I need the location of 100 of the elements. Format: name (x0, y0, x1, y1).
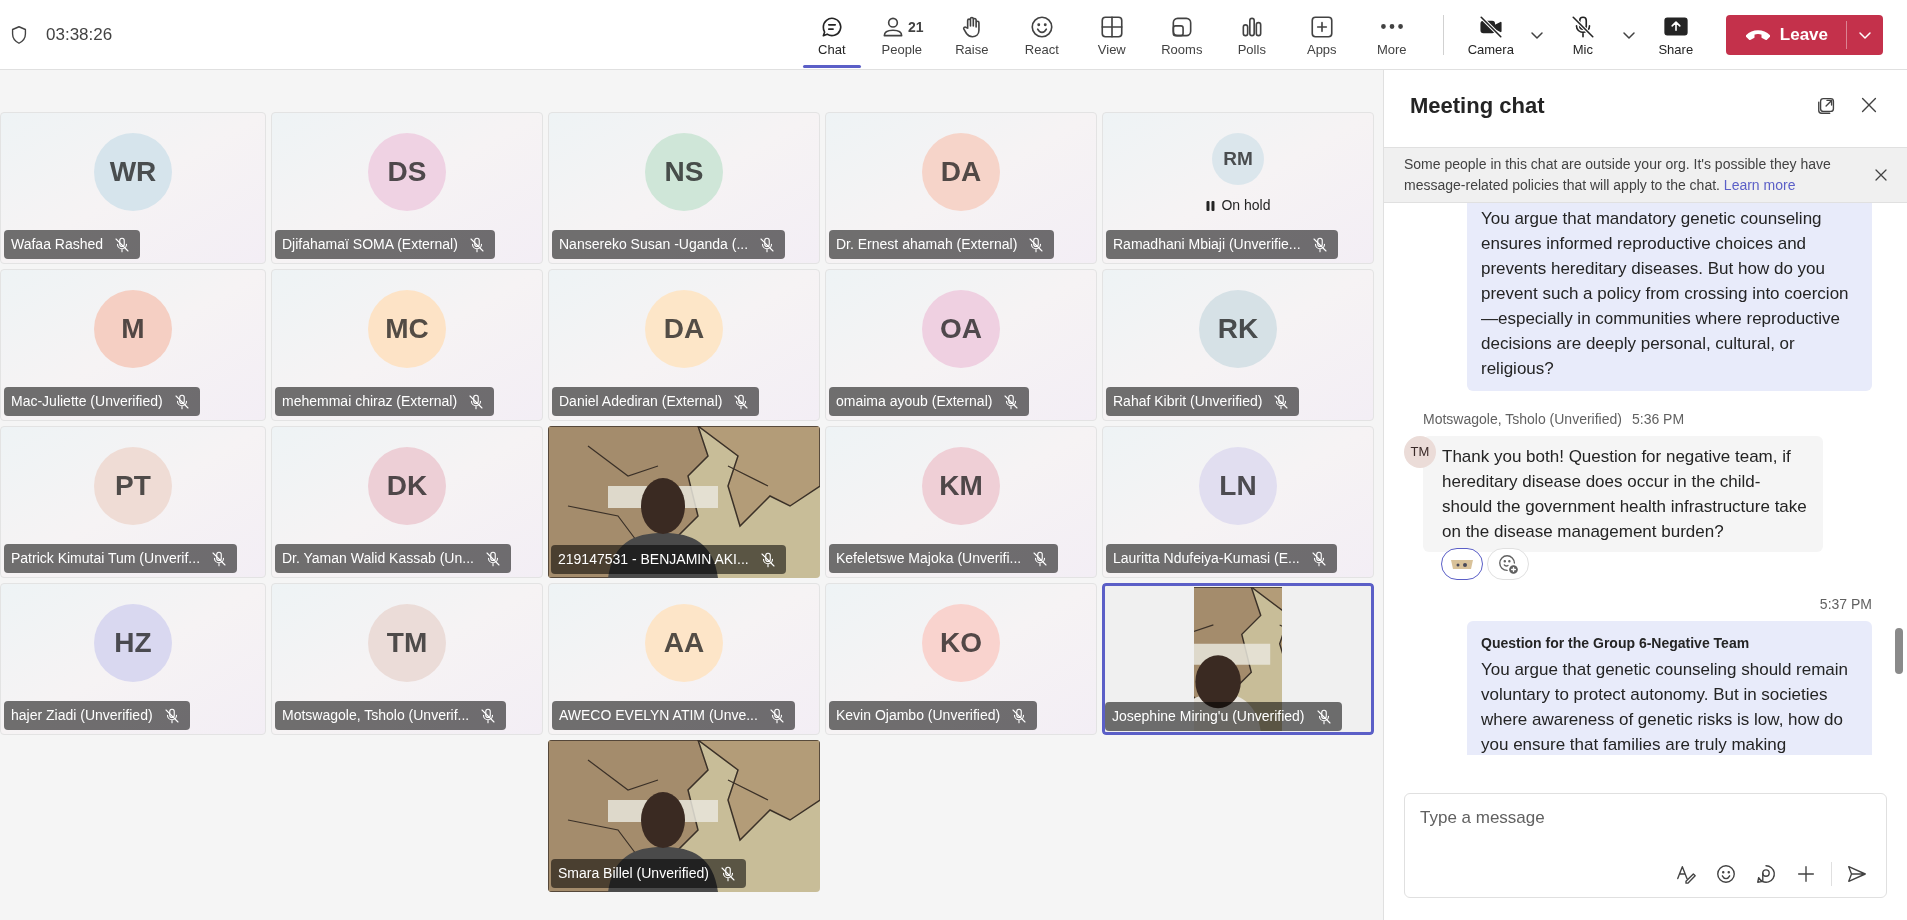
message-text: You argue that mandatory genetic counseling ensures informed reproductive choices and prevents hereditary diseases. But how do you prevent such a policy from crossing into coercion—especially in communities where reproductive decisions are deeply personal, cultural, or religious? (1481, 208, 1850, 380)
toolbar-button[interactable]: Polls (1216, 0, 1287, 70)
message-text: Thank you both! Question for negative team, if hereditary disease does occur in the child-should the government health infrastructure take on the disease management burden? (1442, 446, 1808, 543)
video-tile[interactable]: LN Lauritta Ndufeiya-Kumasi (E... (1102, 426, 1374, 578)
video-tile[interactable]: KM Kefeletswe Majoka (Unverifi... (825, 426, 1097, 578)
avatar: KO (922, 604, 1000, 682)
camera-off-icon (1477, 13, 1504, 40)
toolbar-button[interactable]: Apps (1286, 0, 1357, 70)
emoji-add-icon (1497, 553, 1519, 575)
message-text: You argue that genetic counseling should remain voluntary to protect autonomy. But in societies where awareness of genetic risks is low, how do you ensure that families are truly making (1481, 659, 1850, 755)
selected-indicator (802, 64, 861, 68)
grid-icon (1098, 13, 1125, 40)
video-tile[interactable]: RK Rahaf Kibrit (Unverified) (1102, 269, 1374, 421)
participant-name-tag: Rahaf Kibrit (Unverified) (1106, 387, 1300, 416)
participant-name-tag: Ramadhani Mbiaji (Unverifie... (1106, 230, 1338, 259)
mic-button[interactable]: Mic (1551, 0, 1614, 70)
reaction-emoji-icon (1450, 557, 1474, 571)
toolbar-button[interactable]: 21 People (866, 0, 937, 70)
chat-title: Meeting chat (1410, 91, 1546, 120)
participant-name-tag: Patrick Kimutai Tum (Unverif... (4, 544, 238, 573)
video-tile[interactable]: TM Motswagole, Tsholo (Unverif... (271, 583, 543, 735)
video-tile[interactable]: OA omaima ayoub (External) (825, 269, 1097, 421)
toolbar-button[interactable]: More (1356, 0, 1427, 70)
participant-name-tag: mehemmai chiraz (External) (275, 387, 495, 416)
video-tile[interactable]: MC mehemmai chiraz (External) (271, 269, 543, 421)
avatar: PT (94, 447, 172, 525)
phone-hangup-icon (1745, 29, 1770, 40)
video-tile[interactable]: AA AWECO EVELYN ATIM (Unve... (548, 583, 820, 735)
participant-name-tag: Kevin Ojambo (Unverified) (829, 701, 1038, 730)
message-time: 5:37 PM (1819, 595, 1872, 614)
loop-icon (1755, 863, 1777, 885)
pause-icon (1205, 199, 1216, 212)
avatar: MC (368, 290, 446, 368)
video-tile[interactable]: HZ hajer Ziadi (Unverified) (0, 583, 266, 735)
plus-square-icon (1308, 13, 1335, 40)
video-tile[interactable]: RM On hold Ramadhani Mbiaji (Unverifie... (1102, 112, 1374, 264)
toolbar-button[interactable]: Raise (936, 0, 1007, 70)
message-author: Motswagole, Tsholo (Unverified) (1423, 410, 1622, 429)
avatar: RM (1212, 133, 1264, 185)
participant-name-tag: 219147531 - BENJAMIN AKI... (551, 545, 786, 574)
video-tile[interactable]: NS Nansereko Susan -Uganda (... (548, 112, 820, 264)
avatar: AA (645, 604, 723, 682)
toolbar-button[interactable]: Chat (796, 0, 867, 70)
video-tile[interactable]: PT Patrick Kimutai Tum (Unverif... (0, 426, 266, 578)
reaction-button[interactable] (1441, 548, 1483, 580)
participant-name-tag: Dr. Yaman Walid Kassab (Un... (275, 544, 511, 573)
avatar: WR (94, 133, 172, 211)
send-icon (1846, 863, 1868, 885)
avatar: DA (645, 290, 723, 368)
toolbar-button[interactable]: React (1006, 0, 1077, 70)
avatar: DA (922, 133, 1000, 211)
avatar: DK (368, 447, 446, 525)
toolbar-button[interactable]: View (1076, 0, 1147, 70)
participant-name-tag: Josephine Miring'u (Unverified) (1105, 702, 1342, 731)
author-avatar: TM (1404, 436, 1436, 468)
video-tile[interactable]: M Mac-Juliette (Unverified) (0, 269, 266, 421)
video-tile[interactable]: Josephine Miring'u (Unverified) (1102, 583, 1374, 735)
scrollbar-thumb[interactable] (1895, 628, 1903, 674)
smiley-icon (1028, 13, 1055, 40)
video-tile[interactable]: Smara Billel (Unverified) (548, 740, 820, 892)
mic-off-icon (1569, 13, 1596, 40)
on-hold-label: On hold (1221, 196, 1271, 215)
participant-name-tag: hajer Ziadi (Unverified) (4, 701, 190, 730)
video-tile[interactable]: DK Dr. Yaman Walid Kassab (Un... (271, 426, 543, 578)
message-heading: Question for the Group 6-Negative Team (1481, 634, 1751, 653)
video-tile[interactable]: WR Wafaa Rashed (0, 112, 266, 264)
video-tile[interactable]: DA Dr. Ernest ahamah (External) (825, 112, 1097, 264)
participant-name-tag: Kefeletswe Majoka (Unverifi... (829, 544, 1059, 573)
video-tile[interactable]: DA Daniel Adediran (External) (548, 269, 820, 421)
participant-name-tag: Daniel Adediran (External) (552, 387, 760, 416)
message-field[interactable]: Type a message (1420, 806, 1871, 830)
avatar: DS (368, 133, 446, 211)
avatar: RK (1199, 290, 1277, 368)
video-tile[interactable]: KO Kevin Ojambo (Unverified) (825, 583, 1097, 735)
avatar: TM (368, 604, 446, 682)
avatar: NS (645, 133, 723, 211)
participant-name-tag: Motswagole, Tsholo (Unverif... (275, 701, 507, 730)
video-tile[interactable]: DS Djifahamaï SOMA (External) (271, 112, 543, 264)
participant-name-tag: Dr. Ernest ahamah (External) (829, 230, 1055, 259)
avatar: LN (1199, 447, 1277, 525)
participant-name-tag: AWECO EVELYN ATIM (Unve... (552, 701, 795, 730)
participant-name-tag: omaima ayoub (External) (829, 387, 1030, 416)
add-reaction-button[interactable] (1487, 548, 1529, 580)
plus-icon (1795, 863, 1817, 885)
message-time: 5:36 PM (1631, 410, 1685, 429)
leave-button[interactable]: Leave (1725, 14, 1883, 55)
toolbar-button[interactable]: Rooms (1146, 0, 1217, 70)
video-tile[interactable]: 219147531 - BENJAMIN AKI... (548, 426, 820, 578)
format-icon (1675, 863, 1697, 885)
avatar: KM (922, 447, 1000, 525)
learn-more-link[interactable]: Learn more (1723, 177, 1796, 193)
people-count: 21 (908, 19, 924, 34)
participant-name-tag: Lauritta Ndufeiya-Kumasi (E... (1106, 544, 1337, 573)
smiley-icon (1715, 863, 1737, 885)
meeting-timer: 03:38:26 (46, 23, 113, 46)
participant-name-tag: Djifahamaï SOMA (External) (275, 230, 495, 259)
camera-button[interactable]: Camera (1459, 0, 1522, 70)
participant-name-tag: Nansereko Susan -Uganda (... (552, 230, 786, 259)
share-button[interactable]: Share (1643, 0, 1708, 70)
avatar: M (94, 290, 172, 368)
